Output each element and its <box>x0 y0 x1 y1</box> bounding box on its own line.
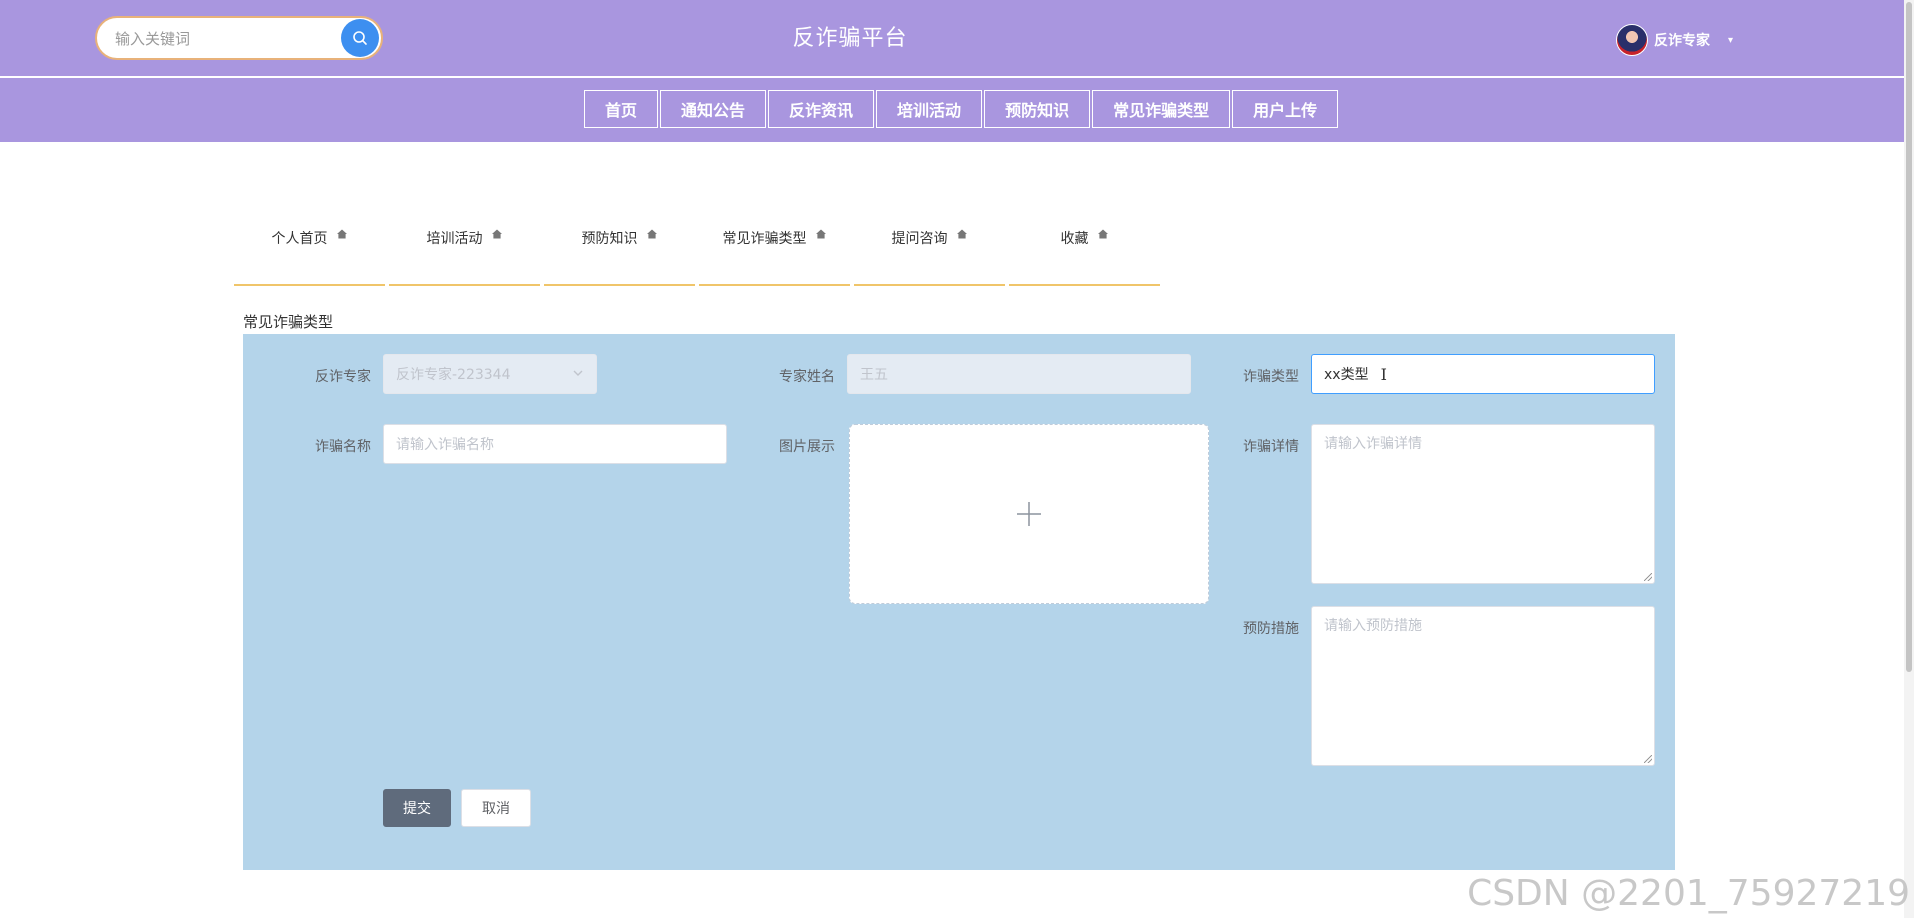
expert-name-label: 专家姓名 <box>779 369 835 385</box>
subnav-item-label: 提问咨询 <box>891 231 948 247</box>
main-nav-bar: 首页 通知公告 反诈资讯 培训活动 预防知识 常见诈骗类型 用户上传 <box>0 78 1914 142</box>
user-name[interactable]: 反诈专家 <box>1654 30 1710 50</box>
subnav-item-label: 个人首页 <box>271 231 328 247</box>
fraud-detail-label: 诈骗详情 <box>1243 439 1299 455</box>
subnav-item-consult[interactable]: 提问咨询 <box>854 218 1005 286</box>
subnav-item-label: 预防知识 <box>581 231 638 247</box>
subnav-item-prevention[interactable]: 预防知识 <box>544 218 695 286</box>
scrollbar-thumb[interactable] <box>1906 2 1912 672</box>
fraud-name-label: 诈骗名称 <box>315 439 371 455</box>
subnav-item-fraud-types[interactable]: 常见诈骗类型 <box>699 218 850 286</box>
home-icon <box>1097 229 1108 239</box>
home-icon <box>815 229 826 239</box>
prevention-label: 预防措施 <box>1243 621 1299 637</box>
plus-icon <box>1017 502 1041 526</box>
scrollbar[interactable] <box>1904 0 1914 918</box>
avatar[interactable] <box>1616 24 1648 56</box>
sub-nav: 个人首页 培训活动 预防知识 常见诈骗类型 提问咨询 收藏 <box>234 218 1164 286</box>
main-nav: 首页 通知公告 反诈资讯 培训活动 预防知识 常见诈骗类型 用户上传 <box>584 90 1340 128</box>
subnav-item-favorites[interactable]: 收藏 <box>1009 218 1160 286</box>
prevention-placeholder: 请输入预防措施 <box>1324 618 1422 634</box>
expert-select: 反诈专家-223344 <box>383 354 597 394</box>
nav-item-training[interactable]: 培训活动 <box>876 90 983 128</box>
home-icon <box>336 229 347 239</box>
nav-item-prevention[interactable]: 预防知识 <box>984 90 1091 128</box>
site-title: 反诈骗平台 <box>792 26 908 51</box>
fraud-type-label: 诈骗类型 <box>1243 369 1299 385</box>
home-icon <box>491 229 502 239</box>
home-icon <box>646 229 657 239</box>
fraud-type-input[interactable]: xx类型 I <box>1311 354 1655 394</box>
resize-grip-icon[interactable] <box>1644 755 1652 763</box>
subnav-item-label: 收藏 <box>1060 231 1089 247</box>
submit-button[interactable]: 提交 <box>383 789 451 827</box>
text-cursor-icon: I <box>1380 364 1387 384</box>
expert-name-field: 王五 <box>847 354 1191 394</box>
fraud-detail-placeholder: 请输入诈骗详情 <box>1324 436 1422 452</box>
nav-item-user-upload[interactable]: 用户上传 <box>1232 90 1339 128</box>
image-label: 图片展示 <box>779 439 835 455</box>
expert-label: 反诈专家 <box>315 369 371 385</box>
nav-item-fraud-types[interactable]: 常见诈骗类型 <box>1092 90 1231 128</box>
user-menu[interactable]: 反诈专家 ▾ <box>1616 24 1733 56</box>
subnav-item-training[interactable]: 培训活动 <box>389 218 540 286</box>
watermark: CSDN @2201_75927219 <box>1467 873 1910 914</box>
home-icon <box>956 229 967 239</box>
section-title: 常见诈骗类型 <box>243 313 334 331</box>
nav-item-news[interactable]: 反诈资讯 <box>768 90 875 128</box>
fraud-type-form: 反诈专家 反诈专家-223344 专家姓名 王五 诈骗类型 xx类型 I 诈骗名… <box>243 334 1675 870</box>
nav-item-notices[interactable]: 通知公告 <box>660 90 767 128</box>
expert-select-value: 反诈专家-223344 <box>396 367 511 383</box>
fraud-name-placeholder: 请输入诈骗名称 <box>396 437 494 453</box>
cancel-button[interactable]: 取消 <box>461 789 531 827</box>
subnav-item-label: 常见诈骗类型 <box>722 231 807 247</box>
subnav-item-label: 培训活动 <box>426 231 483 247</box>
chevron-down-icon <box>573 370 583 376</box>
resize-grip-icon[interactable] <box>1644 573 1652 581</box>
subnav-item-profile[interactable]: 个人首页 <box>234 218 385 286</box>
nav-item-home[interactable]: 首页 <box>584 90 659 128</box>
fraud-name-input[interactable]: 请输入诈骗名称 <box>383 424 727 464</box>
fraud-type-value: xx类型 <box>1324 367 1369 383</box>
fraud-detail-textarea[interactable]: 请输入诈骗详情 <box>1311 424 1655 584</box>
expert-name-value: 王五 <box>860 367 888 383</box>
image-upload[interactable] <box>849 424 1209 604</box>
header: 反诈骗平台 反诈专家 ▾ <box>0 0 1914 76</box>
chevron-down-icon[interactable]: ▾ <box>1728 35 1733 46</box>
prevention-textarea[interactable]: 请输入预防措施 <box>1311 606 1655 766</box>
